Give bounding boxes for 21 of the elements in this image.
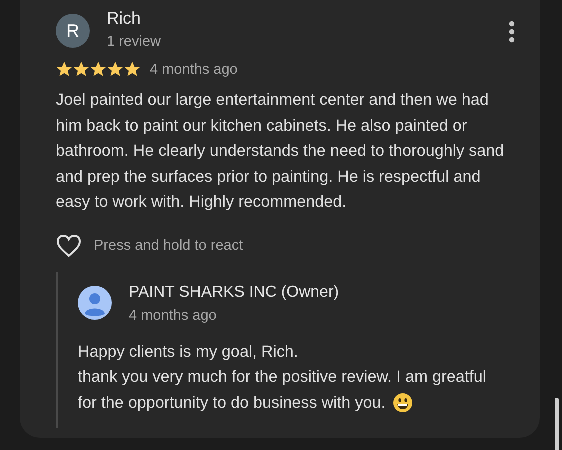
review-text: Joel painted our large entertainment center and then we had him back to paint our kitchen cabinets. He also painted or bathroom. He clearly understands the need to thoroughly sand and prep the surfaces prior to painting. He is respectful and easy to work with. Highly recommended. [56, 90, 506, 213]
user-avatar[interactable]: R [56, 14, 90, 48]
review-count: 1 review [107, 33, 162, 52]
smiley-icon [392, 393, 413, 414]
review-time: 4 months ago [150, 62, 238, 78]
star-icon [56, 61, 73, 78]
reviewer-name[interactable]: Rich [107, 8, 508, 30]
reply-text-line: thank you very much for the positive review. I am greatful [78, 367, 486, 388]
reply-text-line: for the opportunity to do business with you. [78, 392, 386, 414]
star-icon [90, 61, 107, 78]
reply-time: 4 months ago [129, 306, 218, 326]
star-icon [73, 61, 90, 78]
owner-avatar-icon [78, 286, 112, 320]
more-options-icon[interactable] [508, 20, 516, 44]
star-icon [124, 61, 141, 78]
reply-text-line: Happy clients is my goal, Rich. [78, 342, 298, 362]
owner-name: PAINT SHARKS INC (Owner) [129, 282, 340, 302]
star-icon [107, 61, 124, 78]
scrollbar[interactable] [555, 398, 559, 450]
react-hint: Press and hold to react [94, 238, 244, 254]
heart-icon[interactable] [56, 234, 82, 258]
